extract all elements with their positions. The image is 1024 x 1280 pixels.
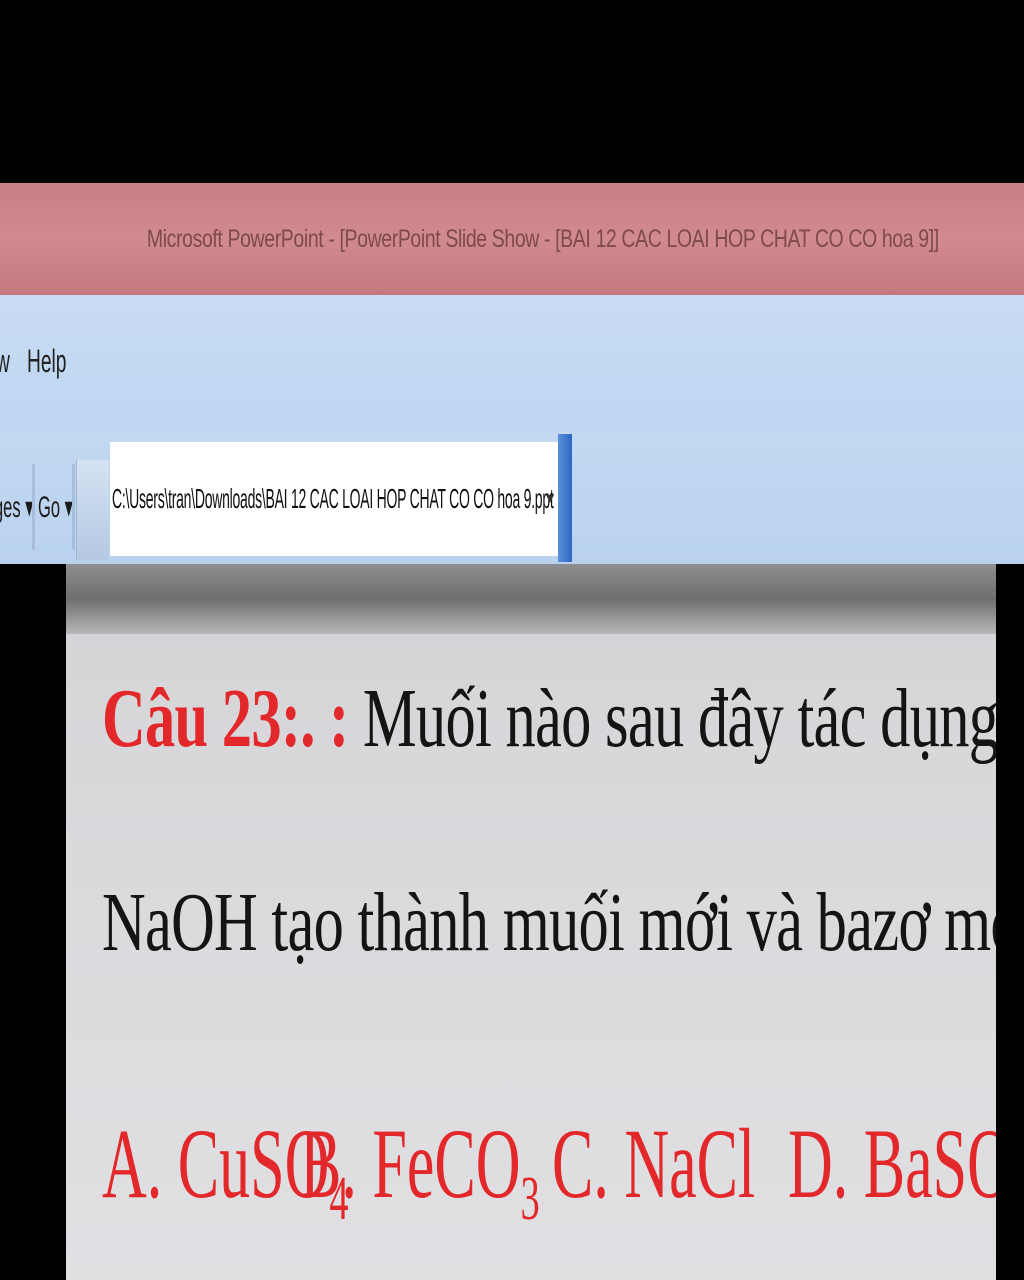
answer-b-subscript: 3 (520, 1165, 540, 1233)
menu-item-view[interactable]: w (0, 343, 10, 380)
screen-margin-right (996, 564, 1024, 1280)
answer-b: B. FeCO3 (300, 1106, 540, 1235)
answer-a-text: A. CuSO (102, 1108, 330, 1219)
answer-d: D. BaSO4 (788, 1106, 996, 1235)
question-text-line-2: NaOH tạo thành muối mới và bazơ mới (102, 876, 996, 969)
question-line-1: Câu 23:. : Muối nào sau đây tác dụng với… (102, 670, 996, 767)
answer-c-text: C. NaCl (552, 1108, 756, 1219)
question-text-line-1: Muối nào sau đây tác dụng với dung dịch (362, 672, 996, 765)
go-button-label: Go ▾ (38, 490, 73, 524)
answer-c: C. NaCl (552, 1106, 755, 1221)
window-title: Microsoft PowerPoint - [PowerPoint Slide… (147, 224, 940, 253)
menu-bar: w Help (0, 295, 1024, 432)
answer-b-text: B. FeCO (300, 1108, 521, 1219)
address-input[interactable]: C:\Users\tran\Downloads\BAI 12 CAC LOAI … (110, 442, 558, 556)
menu-item-help[interactable]: Help (27, 343, 66, 380)
answer-d-text: D. BaSO (788, 1108, 996, 1219)
address-value: C:\Users\tran\Downloads\BAI 12 CAC LOAI … (112, 483, 554, 514)
screen-margin-left (0, 564, 66, 1280)
slide-top-band (66, 564, 996, 634)
pages-button-label: ges ▾ (0, 490, 34, 524)
toolbar-chevron-handle[interactable] (558, 434, 572, 562)
window-titlebar: Microsoft PowerPoint - [PowerPoint Slide… (0, 183, 1024, 295)
toolbar-separator (32, 464, 35, 550)
slide-canvas[interactable]: Câu 23:. : Muối nào sau đây tác dụng với… (66, 564, 996, 1280)
question-label: Câu 23:. : (102, 672, 349, 765)
address-dropdown-icon[interactable]: ▾ (540, 488, 560, 508)
question-line-2: NaOH tạo thành muối mới và bazơ mới (102, 874, 996, 971)
address-page-icon (76, 460, 109, 560)
web-toolbar: ges ▾ Go ▾ C:\Users\tran\Downloads\BAI 1… (0, 432, 1024, 564)
toolbar-separator (72, 464, 75, 550)
